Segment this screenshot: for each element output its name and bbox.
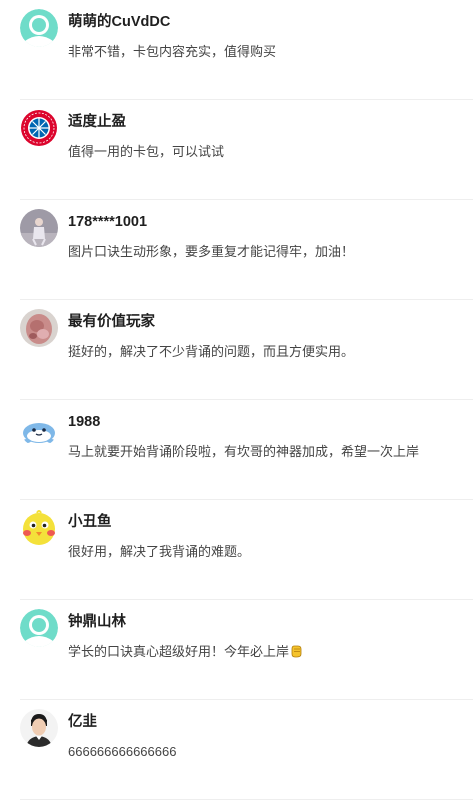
photo-avatar[interactable] [20,209,58,247]
user-icon [20,609,58,647]
club-logo-icon [20,109,58,147]
comment-text: 图片口诀生动形象，要多重复才能记得牢，加油！ [68,244,355,259]
comment-list: 萌萌的CuVdDC 非常不错，卡包内容充实，值得购买 适度止盈 值得一用的卡包，… [0,0,473,800]
comment-text: 学长的口诀真心超级好用！今年必上岸 [68,643,302,661]
default-user-avatar[interactable] [20,9,58,47]
comment-author: 萌萌的CuVdDC [68,14,171,30]
penguin-icon [20,409,58,447]
comment-text: 马上就要开始背诵阶段啦，有坎哥的神器加成，希望一次上岸 [68,444,420,459]
comment-item: 钟鼎山林 学长的口诀真心超级好用！今年必上岸 [20,600,473,700]
comment-author: 适度止盈 [68,114,126,130]
comment-item: 亿韭 666666666666666 [20,700,473,800]
person-photo-icon [20,309,58,347]
person-photo-icon [20,709,58,747]
comment-author: 最有价值玩家 [68,314,155,330]
comment-author: 1988 [68,414,101,430]
comment-item: 1988 马上就要开始背诵阶段啦，有坎哥的神器加成，希望一次上岸 [20,400,473,500]
comment-text-content: 学长的口诀真心超级好用！今年必上岸 [68,644,290,659]
bayern-logo-avatar[interactable] [20,109,58,147]
photo-avatar[interactable] [20,309,58,347]
comment-text: 挺好的，解决了不少背诵的问题，而且方便实用。 [68,344,355,359]
comment-author: 小丑鱼 [68,514,112,530]
cartoon-chick-avatar[interactable] [20,509,58,547]
comment-text: 666666666666666 [68,744,177,759]
comment-text: 值得一用的卡包，可以试试 [68,144,225,159]
comment-item: 适度止盈 值得一用的卡包，可以试试 [20,100,473,200]
comment-item: 最有价值玩家 挺好的，解决了不少背诵的问题，而且方便实用。 [20,300,473,400]
default-user-avatar[interactable] [20,609,58,647]
comment-item: 小丑鱼 很好用，解决了我背诵的难题。 [20,500,473,600]
chick-icon [20,509,58,547]
comment-text: 很好用，解决了我背诵的难题。 [68,544,251,559]
fist-emoji-icon [291,645,302,658]
comment-item: 萌萌的CuVdDC 非常不错，卡包内容充实，值得购买 [20,0,473,100]
comment-author: 钟鼎山林 [68,614,126,630]
user-icon [20,9,58,47]
comment-item: 178****1001 图片口诀生动形象，要多重复才能记得牢，加油！ [20,200,473,300]
person-photo-icon [20,209,58,247]
photo-avatar[interactable] [20,709,58,747]
comment-author: 亿韭 [68,714,97,730]
comment-author: 178****1001 [68,214,148,230]
comment-text: 非常不错，卡包内容充实，值得购买 [68,44,277,59]
cartoon-penguin-avatar[interactable] [20,409,58,447]
